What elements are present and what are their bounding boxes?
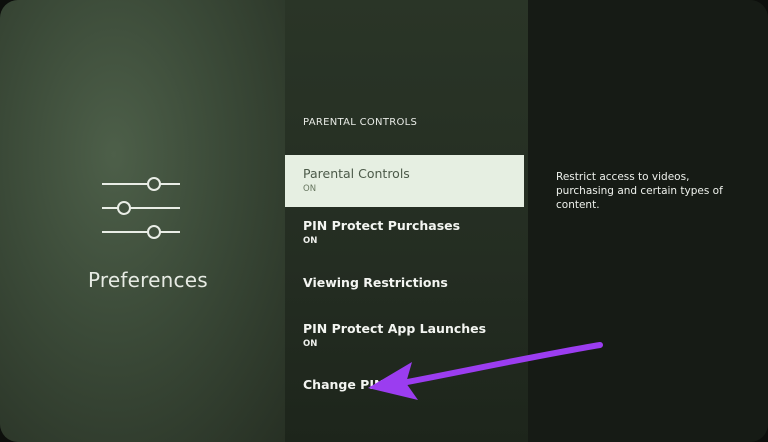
menu-item-label: PIN Protect Purchases xyxy=(303,218,461,233)
menu-item-status: ON xyxy=(303,236,318,246)
menu-item-label: Parental Controls xyxy=(303,166,410,181)
annotation-arrow-icon xyxy=(368,342,603,400)
menu-item-parental-controls[interactable]: Parental Controls ON xyxy=(285,155,524,207)
sliders-icon xyxy=(102,177,180,239)
menu-item-status: ON xyxy=(303,184,317,194)
tv-screen: Preferences PARENTAL CONTROLS Parental C… xyxy=(0,0,768,442)
menu-item-label: Viewing Restrictions xyxy=(303,275,448,290)
section-header: PARENTAL CONTROLS xyxy=(303,117,418,128)
menu-item-pin-protect-purchases[interactable]: PIN Protect Purchases ON xyxy=(285,207,524,259)
category-panel: Preferences xyxy=(0,0,285,442)
menu-item-viewing-restrictions[interactable]: Viewing Restrictions xyxy=(285,256,524,308)
item-description: Restrict access to videos, purchasing an… xyxy=(556,171,723,211)
category-title: Preferences xyxy=(88,268,208,292)
